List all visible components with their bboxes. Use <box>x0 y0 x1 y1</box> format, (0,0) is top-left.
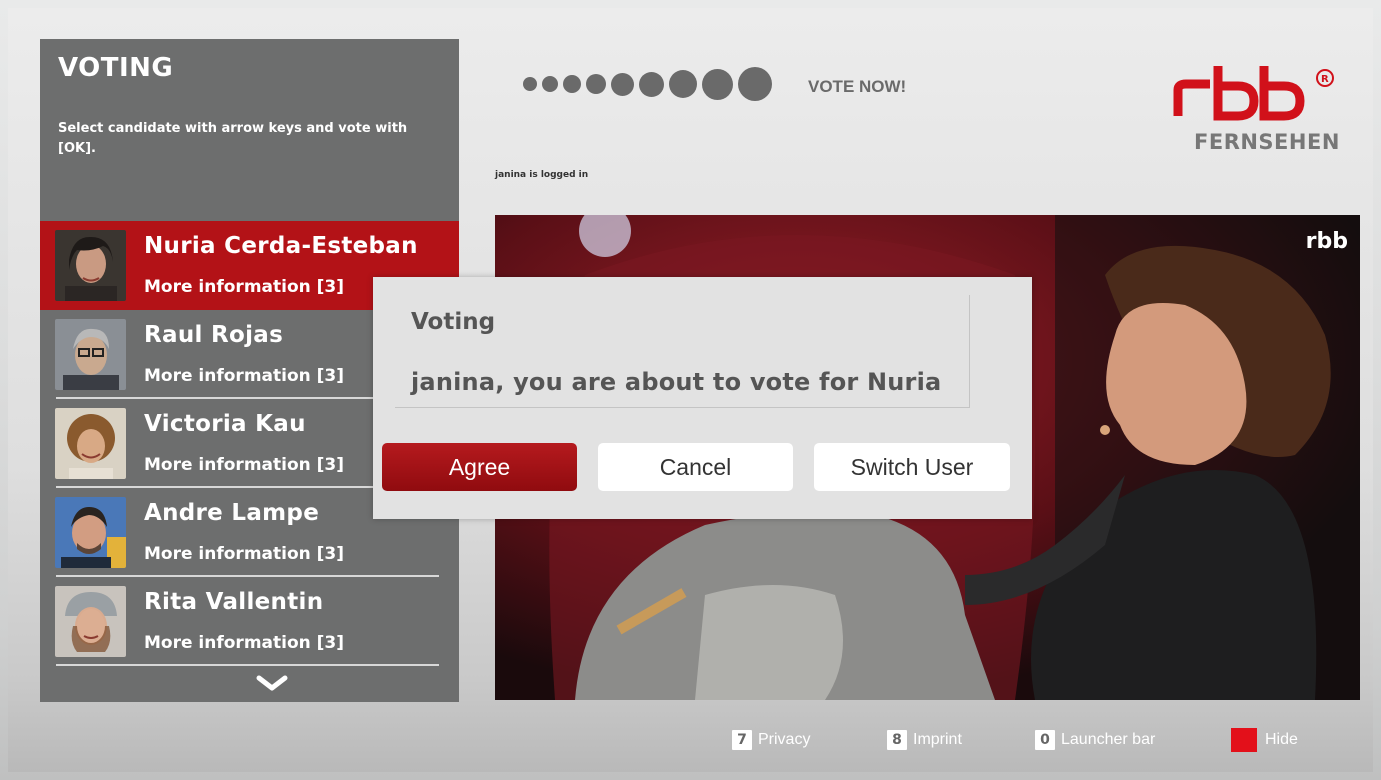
vote-confirm-dialog: Voting janina, you are about to vote for… <box>373 277 1032 519</box>
progress-dot <box>702 68 733 100</box>
progress-dot <box>639 71 664 97</box>
key-8-icon: 8 <box>887 730 907 750</box>
candidate-more-info-link[interactable]: More information [3] <box>144 633 344 653</box>
progress-dot <box>586 74 606 94</box>
candidate-item-rita[interactable]: Rita Vallentin More information [3] <box>40 577 459 666</box>
switch-user-button[interactable]: Switch User <box>814 443 1010 491</box>
footer-label: Imprint <box>913 731 962 748</box>
login-status: janina is logged in <box>495 170 589 180</box>
candidate-name: Nuria Cerda-Esteban <box>144 233 418 259</box>
progress-dot <box>523 77 537 91</box>
dialog-title: Voting <box>411 309 496 335</box>
candidate-photo <box>55 230 126 301</box>
progress-dot <box>611 72 634 96</box>
footer-label: Hide <box>1265 731 1298 748</box>
progress-dot <box>738 67 772 101</box>
divider <box>56 664 439 666</box>
progress-dot <box>669 70 697 98</box>
candidate-more-info-link[interactable]: More information [3] <box>144 366 344 386</box>
video-channel-logo: rbb <box>1305 229 1348 254</box>
vote-progress-indicator <box>523 66 772 102</box>
logo-subtitle: FERNSEHEN <box>1194 130 1340 154</box>
key-0-icon: 0 <box>1035 730 1055 750</box>
candidate-more-info-link[interactable]: More information [3] <box>144 455 344 475</box>
candidate-name: Andre Lampe <box>144 500 320 526</box>
panel-title: VOTING <box>58 53 174 83</box>
footer-label: Launcher bar <box>1061 731 1156 748</box>
chevron-down-icon[interactable] <box>255 673 289 693</box>
footer-hide[interactable]: Hide <box>1231 728 1298 752</box>
footer-label: Privacy <box>758 731 811 748</box>
candidate-photo <box>55 497 126 568</box>
candidate-more-info-link[interactable]: More information [3] <box>144 277 344 297</box>
vote-now-label: VOTE NOW! <box>808 77 907 96</box>
candidate-photo <box>55 319 126 390</box>
key-7-icon: 7 <box>732 730 752 750</box>
agree-button[interactable]: Agree <box>382 443 577 491</box>
progress-dot <box>563 75 581 93</box>
candidate-photo <box>55 586 126 657</box>
footer-privacy[interactable]: 7 Privacy <box>732 728 810 752</box>
candidate-name: Raul Rojas <box>144 322 284 348</box>
candidate-more-info-link[interactable]: More information [3] <box>144 544 344 564</box>
footer-launcher-bar[interactable]: 0 Launcher bar <box>1035 728 1155 752</box>
footer-imprint[interactable]: 8 Imprint <box>887 728 962 752</box>
panel-instructions: Select candidate with arrow keys and vot… <box>58 121 408 156</box>
svg-text:R: R <box>1321 74 1329 85</box>
candidate-name: Victoria Kau <box>144 411 306 437</box>
red-key-icon <box>1231 728 1257 752</box>
dialog-message: janina, you are about to vote for Nuria <box>411 368 942 396</box>
progress-dot <box>542 76 558 92</box>
candidate-photo <box>55 408 126 479</box>
cancel-button[interactable]: Cancel <box>598 443 793 491</box>
candidate-name: Rita Vallentin <box>144 589 324 615</box>
